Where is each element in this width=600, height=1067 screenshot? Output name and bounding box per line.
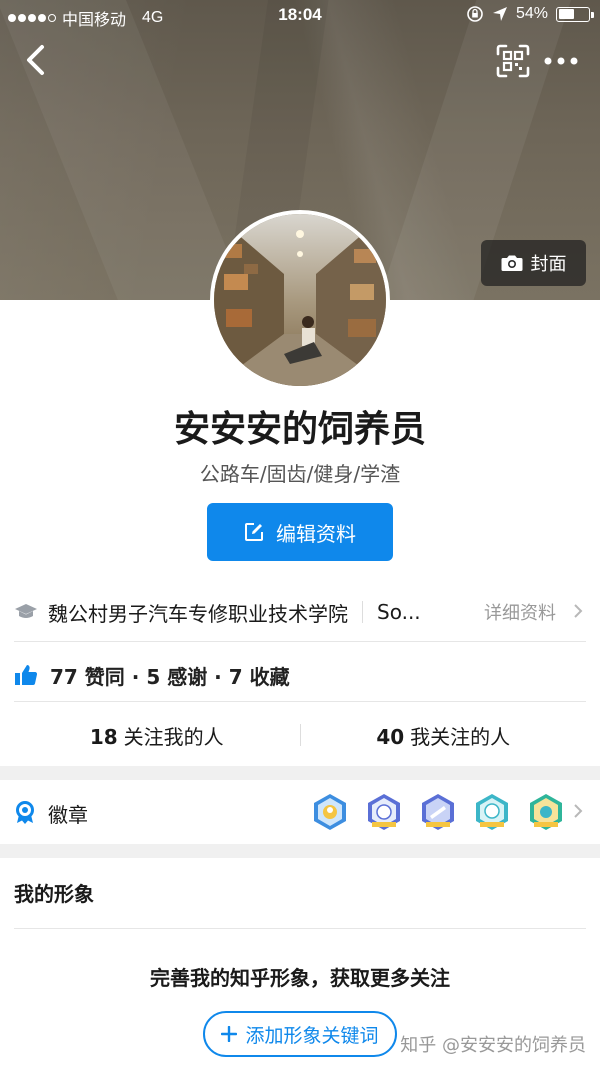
followers-label: 关注我的人 bbox=[123, 724, 224, 749]
badge-icon[interactable] bbox=[364, 792, 404, 832]
section-separator bbox=[0, 844, 600, 858]
divider bbox=[14, 641, 586, 642]
badge-icon[interactable] bbox=[310, 792, 350, 832]
detail-link[interactable]: 详细资料 bbox=[484, 599, 556, 625]
graduation-cap-icon bbox=[15, 604, 37, 618]
profile-name: 安安安的饲养员 bbox=[173, 409, 426, 450]
following-link[interactable]: 40 我关注的人 bbox=[301, 721, 587, 750]
camera-icon bbox=[501, 255, 522, 271]
edit-icon bbox=[245, 523, 263, 541]
followers-count: 18 bbox=[89, 724, 118, 749]
image-section-prompt: 完善我的知乎形象，获取更多关注 bbox=[150, 966, 450, 990]
plus-icon bbox=[221, 1026, 238, 1042]
stats-text: 77 赞同 · 5 感谢 · 7 收藏 bbox=[50, 664, 290, 689]
add-keyword-button[interactable]: 添加形象关键词 bbox=[203, 1011, 397, 1057]
more-icon[interactable] bbox=[542, 50, 580, 72]
following-count: 40 bbox=[376, 724, 405, 749]
medal-icon bbox=[16, 801, 34, 824]
watermark: 知乎 @安安安的饲养员 bbox=[400, 1035, 586, 1056]
school-name: 魏公村男子汽车专修职业技术学院 bbox=[48, 601, 348, 626]
battery-percent: 54% bbox=[515, 5, 548, 22]
followers-link[interactable]: 18 关注我的人 bbox=[14, 721, 300, 750]
divider bbox=[362, 601, 363, 623]
location-icon bbox=[492, 7, 507, 21]
badge-icon[interactable] bbox=[418, 792, 458, 832]
follow-row: 18 关注我的人 40 我关注的人 bbox=[14, 712, 586, 758]
add-keyword-label: 添加形象关键词 bbox=[245, 1024, 379, 1047]
following-label: 我关注的人 bbox=[410, 724, 511, 749]
chevron-right-icon bbox=[574, 804, 583, 818]
section-separator bbox=[0, 766, 600, 780]
avatar-photo bbox=[214, 214, 386, 386]
battery-icon bbox=[556, 6, 594, 22]
education-row[interactable]: 魏公村男子汽车专修职业技术学院 So... 详细资料 bbox=[14, 590, 586, 634]
badges-label: 徽章 bbox=[48, 802, 88, 827]
stats-row: 77 赞同 · 5 感谢 · 7 收藏 bbox=[14, 655, 586, 695]
badges-row[interactable]: 徽章 bbox=[14, 790, 586, 836]
rotation-lock-icon bbox=[467, 6, 483, 22]
edit-profile-label: 编辑资料 bbox=[276, 521, 356, 546]
profile-headline: 公路车/固齿/健身/学渣 bbox=[199, 462, 401, 486]
company-name: So... bbox=[377, 600, 421, 624]
divider bbox=[14, 701, 586, 702]
thumbs-up-icon bbox=[15, 665, 38, 686]
cover-button-label: 封面 bbox=[530, 254, 567, 275]
edit-profile-button[interactable]: 编辑资料 bbox=[207, 503, 393, 561]
avatar[interactable] bbox=[210, 210, 390, 390]
status-bar: 中国移动 4G 18:04 54% bbox=[0, 0, 600, 32]
back-icon[interactable] bbox=[18, 42, 54, 78]
badge-icon[interactable] bbox=[472, 792, 512, 832]
image-section-title: 我的形象 bbox=[14, 882, 94, 906]
change-cover-button[interactable]: 封面 bbox=[481, 240, 586, 286]
divider bbox=[14, 928, 586, 929]
badge-icon[interactable] bbox=[526, 792, 566, 832]
chevron-right-icon bbox=[574, 604, 583, 618]
qr-code-icon[interactable] bbox=[496, 44, 530, 78]
